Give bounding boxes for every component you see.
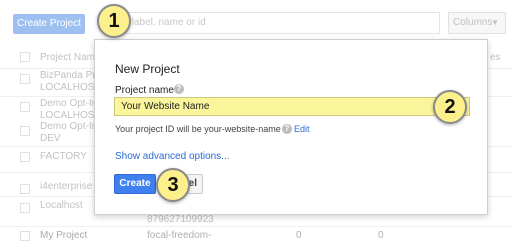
project-name-input[interactable]	[114, 97, 470, 116]
step-1-callout: 1	[97, 4, 131, 38]
row-checkbox[interactable]	[20, 152, 30, 162]
table-row-name[interactable]: Localhost	[40, 200, 83, 211]
edit-project-id-link[interactable]: Edit	[294, 124, 310, 134]
create-project-button[interactable]: Create Project	[13, 14, 85, 34]
row-checkbox[interactable]	[20, 184, 30, 194]
table-row-subname: LOCALHOST	[40, 110, 101, 121]
help-icon[interactable]: ?	[282, 124, 292, 134]
row-checkbox[interactable]	[20, 126, 30, 136]
show-advanced-options-link[interactable]: Show advanced options...	[115, 151, 230, 162]
project-id-hint: Your project ID will be your-website-nam…	[115, 124, 281, 134]
row-checkbox[interactable]	[20, 102, 30, 112]
new-project-dialog: New Project Project name ? Your project …	[94, 39, 488, 215]
help-icon[interactable]: ?	[174, 84, 184, 94]
select-all-checkbox[interactable]	[20, 52, 30, 62]
row-checkbox[interactable]	[20, 203, 30, 213]
dialog-title: New Project	[115, 62, 180, 76]
table-row-subname: DEV	[40, 133, 61, 144]
column-header-project-name: Project Name	[40, 52, 101, 63]
step-3-callout: 3	[156, 168, 190, 202]
table-row-subname: LOCALHOST	[40, 82, 101, 93]
step-2-callout: 2	[433, 90, 467, 124]
columns-label: Columns	[453, 17, 493, 28]
table-row-name[interactable]: BizPanda Pre	[40, 70, 101, 81]
search-placeholder: y label, name or id	[124, 17, 206, 28]
table-row-number: 879627109923	[147, 214, 214, 225]
table-row-id: focal-freedom-	[147, 230, 212, 241]
chevron-down-icon: ▼	[491, 18, 499, 27]
row-checkbox[interactable]	[20, 74, 30, 84]
columns-dropdown[interactable]: Columns ▼	[448, 12, 506, 34]
create-button[interactable]: Create	[114, 174, 156, 194]
table-row-value: 0	[378, 230, 384, 241]
table-row-name[interactable]: Demo Opt-In	[40, 98, 97, 109]
table-row-value: 0	[296, 230, 302, 241]
column-header-right: es	[490, 52, 501, 63]
table-row-name[interactable]: i4enterprise	[40, 181, 92, 192]
table-row-name[interactable]: My Project	[40, 230, 87, 241]
project-name-label: Project name	[115, 85, 174, 96]
table-row-name[interactable]: FACTORY	[40, 151, 87, 162]
table-row-name[interactable]: Demo Opt-In	[40, 121, 97, 132]
